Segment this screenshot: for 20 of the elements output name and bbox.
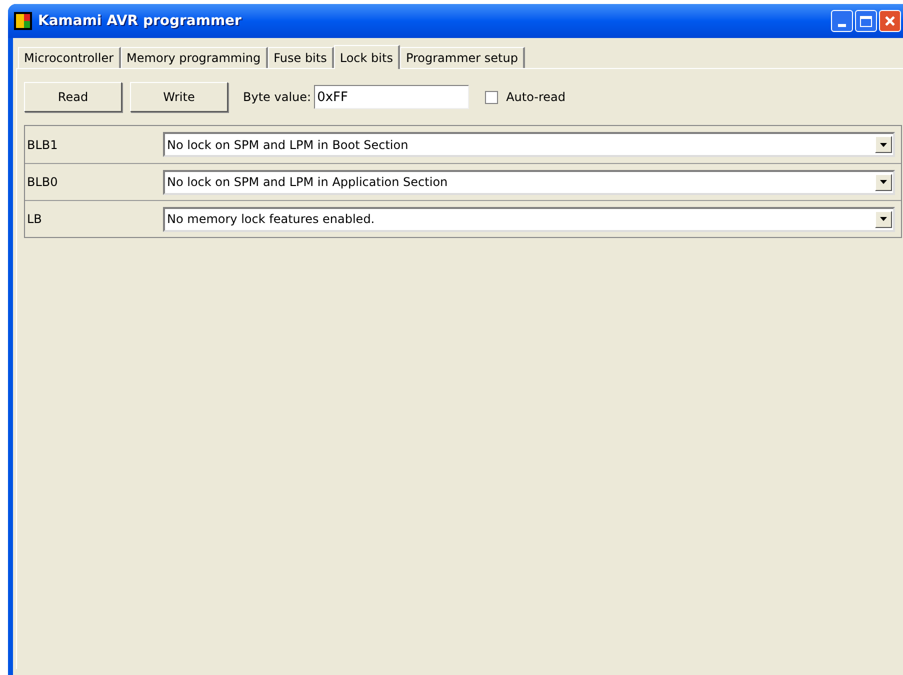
dropdown-value: No lock on SPM and LPM in Boot Section xyxy=(167,136,410,154)
window-title: Kamami AVR programmer xyxy=(38,12,242,30)
tab[interactable]: Fuse bits xyxy=(268,47,334,68)
tab[interactable]: Programmer setup xyxy=(400,47,525,68)
lock-bit-dropdown[interactable]: No lock on SPM and LPM in Boot Section xyxy=(163,132,895,157)
byte-value-label: Byte value: xyxy=(243,89,312,106)
lock-bit-dropdown[interactable]: No memory lock features enabled. xyxy=(163,206,895,232)
lock-bit-name: BLB0 xyxy=(26,174,59,191)
byte-value-field[interactable]: 0xFF xyxy=(314,85,470,109)
lock-bit-dropdown[interactable]: No lock on SPM and LPM in Application Section xyxy=(163,170,895,194)
tab[interactable]: Lock bits xyxy=(334,45,400,69)
write-button[interactable]: Write xyxy=(130,82,228,112)
dropdown-value: No memory lock features enabled. xyxy=(167,211,376,228)
dropdown-value: No lock on SPM and LPM in Application Section xyxy=(167,174,449,191)
tab[interactable]: Microcontroller xyxy=(18,47,121,68)
auto-read-label: Auto-read xyxy=(506,89,566,106)
lock-bit-name: BLB1 xyxy=(26,136,59,154)
lock-bit-name: LB xyxy=(26,211,43,228)
read-button[interactable]: Read xyxy=(24,82,122,112)
tab[interactable]: Memory programming xyxy=(120,47,268,68)
